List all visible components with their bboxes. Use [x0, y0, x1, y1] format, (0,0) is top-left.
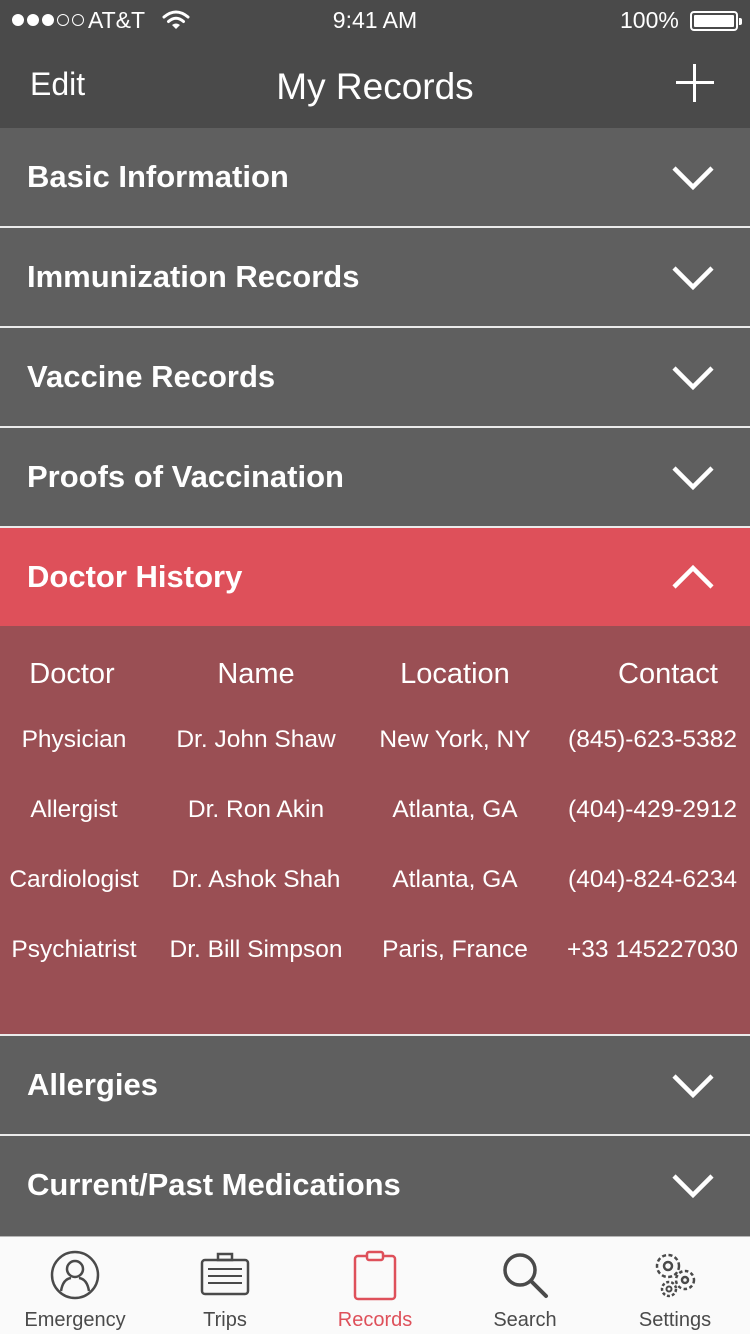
- section-current-past-medications[interactable]: Current/Past Medications: [0, 1136, 750, 1236]
- chevron-down-icon: [672, 466, 714, 491]
- column-header-location: Location: [400, 658, 510, 690]
- section-label: Current/Past Medications: [27, 1167, 401, 1202]
- table-cell-doctor: Physician: [21, 726, 127, 753]
- section-label: Proofs of Vaccination: [27, 459, 344, 494]
- tab-bar: Emergency Trips Records Search Settings: [0, 1236, 750, 1334]
- section-label: Doctor History: [27, 559, 243, 594]
- section-label: Basic Information: [27, 159, 289, 194]
- table-cell-location: Atlanta, GA: [392, 796, 518, 823]
- section-label: Immunization Records: [27, 259, 360, 294]
- chevron-up-icon: [672, 564, 714, 589]
- chevron-down-icon: [672, 1174, 714, 1199]
- chevron-down-icon: [672, 266, 714, 291]
- column-header-doctor: Doctor: [29, 658, 115, 690]
- column-header-contact: Contact: [618, 658, 718, 690]
- section-proofs-of-vaccination[interactable]: Proofs of Vaccination: [0, 428, 750, 528]
- column-header-name: Name: [217, 658, 295, 690]
- tab-label: Search: [493, 1309, 557, 1331]
- table-cell-contact[interactable]: (404)-824-6234: [555, 866, 750, 894]
- section-doctor-history[interactable]: Doctor History: [0, 528, 750, 626]
- doctor-history-table: Doctor Name Location Contact Physician D…: [0, 626, 750, 1036]
- chevron-down-icon: [672, 166, 714, 191]
- section-allergies[interactable]: Allergies: [0, 1036, 750, 1136]
- tab-emergency[interactable]: Emergency: [0, 1237, 150, 1334]
- battery-percent: 100%: [620, 7, 679, 33]
- section-immunization-records[interactable]: Immunization Records: [0, 228, 750, 328]
- table-cell-location: New York, NY: [379, 726, 531, 753]
- battery-icon: [690, 11, 742, 31]
- records-accordion: Basic Information Immunization Records V…: [0, 128, 750, 1236]
- table-cell-doctor: Psychiatrist: [11, 936, 137, 963]
- chevron-down-icon: [672, 1074, 714, 1099]
- tab-settings[interactable]: Settings: [600, 1237, 750, 1334]
- section-label: Allergies: [27, 1067, 158, 1102]
- tab-records[interactable]: Records: [300, 1237, 450, 1334]
- tab-label: Records: [337, 1309, 413, 1331]
- section-vaccine-records[interactable]: Vaccine Records: [0, 328, 750, 428]
- status-bar: AT&T 9:41 AM 100%: [0, 0, 750, 40]
- search-icon: [503, 1253, 548, 1298]
- table-cell-doctor: Cardiologist: [9, 866, 139, 893]
- tab-label: Trips: [203, 1309, 247, 1331]
- chevron-down-icon: [672, 366, 714, 391]
- table-cell-name: Dr. Ashok Shah: [171, 866, 341, 893]
- table-cell-name: Dr. Ron Akin: [187, 796, 325, 823]
- gears-icon: [655, 1253, 696, 1298]
- table-cell-contact[interactable]: +33 145227030: [555, 936, 750, 964]
- table-cell-name: Dr. Bill Simpson: [169, 936, 343, 963]
- clipboard-icon: [353, 1250, 397, 1301]
- plus-icon[interactable]: [676, 64, 714, 102]
- person-icon: [50, 1250, 100, 1300]
- suitcase-icon: [200, 1252, 250, 1296]
- tab-trips[interactable]: Trips: [150, 1237, 300, 1334]
- navigation-bar: Edit My Records: [0, 40, 750, 128]
- table-cell-doctor: Allergist: [30, 796, 118, 823]
- tab-search[interactable]: Search: [450, 1237, 600, 1334]
- table-cell-name: Dr. John Shaw: [176, 726, 336, 753]
- table-cell-location: Atlanta, GA: [392, 866, 518, 893]
- section-basic-information[interactable]: Basic Information: [0, 128, 750, 228]
- table-cell-contact[interactable]: (404)-429-2912: [555, 796, 750, 824]
- table-cell-location: Paris, France: [382, 936, 528, 963]
- tab-label: Emergency: [24, 1309, 126, 1331]
- table-cell-contact[interactable]: (845)-623-5382: [555, 726, 750, 754]
- section-label: Vaccine Records: [27, 359, 276, 394]
- tab-label: Settings: [638, 1309, 712, 1331]
- page-title: My Records: [276, 66, 474, 107]
